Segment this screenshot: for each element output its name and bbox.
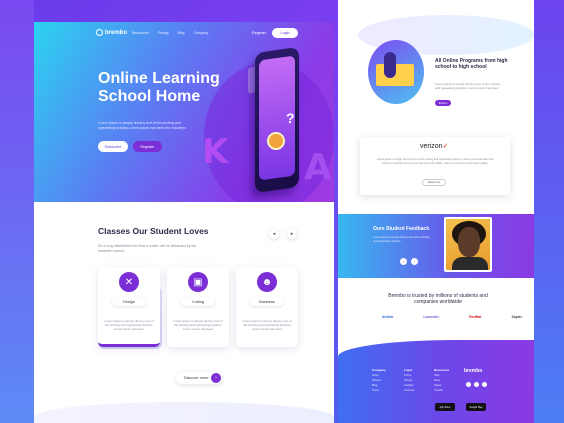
next-feedback-button[interactable]: › — [411, 258, 418, 265]
footer-link[interactable]: Terms — [404, 374, 411, 377]
question-mark-icon: ? — [286, 110, 295, 126]
footer-column-resources: Resources Help Docs Status Contact — [434, 368, 449, 393]
class-label: Design — [112, 297, 146, 306]
check-icon: ✓ — [442, 143, 449, 150]
footer-column-legal: Legal Terms Privacy Cookies Licenses — [404, 368, 414, 393]
classes-title: Classes Our Student Loves — [98, 226, 209, 236]
footer-link[interactable]: Licenses — [404, 389, 414, 392]
footer-link[interactable]: Docs — [434, 379, 440, 382]
prev-feedback-button[interactable]: ‹ — [400, 258, 407, 265]
logo-icon — [96, 29, 103, 36]
brand-logos: Airbnb Lavender RedHat Zapier — [382, 315, 522, 319]
letter-k-illustration: K — [202, 132, 229, 172]
landing-page-secondary: All Online Programs from high school to … — [338, 0, 534, 423]
discover-more-button[interactable]: Discover more › — [176, 372, 222, 384]
arrow-right-icon: › — [211, 373, 221, 383]
footer-link[interactable]: Cookies — [404, 384, 413, 387]
next-arrow-button[interactable]: ▸ — [287, 229, 297, 239]
student-feedback-section: Oure Student Feedback Lorem ipsum is sim… — [338, 214, 534, 278]
classes-subtitle: It's a long established fact that a read… — [98, 244, 197, 253]
class-description: Lorem ipsum is simply dummy text of the … — [104, 319, 154, 332]
app-store-button[interactable]: App Store — [435, 403, 455, 411]
person-icon: ☻ — [257, 272, 277, 292]
hero-subtitle: Lorem ipsum is simply dummy text of the … — [98, 121, 186, 130]
person-illustration — [384, 52, 396, 78]
discover-more-label: Discover more — [184, 376, 209, 380]
background-left — [0, 0, 34, 423]
feedback-title: Oure Student Feedback — [373, 226, 430, 232]
nav-link-blog[interactable]: Blog — [177, 31, 184, 35]
programs-title: All Online Programs from high school to … — [435, 58, 508, 70]
bottom-wave — [34, 402, 334, 423]
footer-link[interactable]: Status — [434, 384, 441, 387]
footer-link[interactable]: Careers — [372, 379, 381, 382]
class-description: Lorem ipsum is simply dummy text of the … — [242, 319, 292, 332]
class-label: Coding — [181, 297, 215, 306]
instagram-icon[interactable] — [474, 382, 479, 387]
student-portrait — [444, 217, 492, 272]
nav-link-resources[interactable]: Resources — [132, 31, 149, 35]
nav-link-pricing[interactable]: Pricing — [158, 31, 169, 35]
close-icon: ✕ — [119, 272, 139, 292]
footer-link[interactable]: Contact — [434, 389, 443, 392]
nav-register-link[interactable]: Register — [252, 31, 266, 35]
brand-logo-airbnb: Airbnb — [382, 315, 394, 319]
portrait-body — [452, 257, 488, 270]
footer-link[interactable]: About — [372, 374, 379, 377]
footer-column-title: Resources — [434, 368, 450, 372]
read-more-button[interactable]: Read more — [422, 179, 446, 186]
portrait-face — [458, 227, 480, 257]
trusted-text: Brembo is trusted by millions of student… — [388, 293, 488, 305]
register-button[interactable]: Register — [133, 141, 162, 152]
medal-icon — [267, 132, 285, 150]
google-play-button[interactable]: Google Play — [466, 403, 486, 411]
brand-logo-lavender: Lavender — [423, 315, 439, 319]
footer-link[interactable]: Blog — [372, 384, 377, 387]
login-button[interactable]: Login — [272, 28, 298, 38]
footer-column-company: Company About Careers Blog Press — [372, 368, 386, 393]
footer-column-title: Company — [372, 368, 386, 372]
brand-logo-zapier: Zapier — [511, 315, 522, 319]
class-card-design[interactable]: ✕ Design Lorem ipsum is simply dummy tex… — [98, 267, 160, 347]
class-description: Lorem ipsum is simply dummy text of the … — [173, 319, 223, 332]
testimonial-card: verizon✓ Lorem ipsum is simply dummy tex… — [360, 137, 510, 195]
class-card-business[interactable]: ☻ Business Lorem ipsum is simply dummy t… — [236, 267, 298, 347]
footer-link[interactable]: Privacy — [404, 379, 413, 382]
logo-text: brembo — [105, 29, 128, 36]
class-card-coding[interactable]: ▣ Coding Lorem ipsum is simply dummy tex… — [167, 267, 229, 347]
verizon-logo: verizon✓ — [420, 142, 448, 150]
footer-link[interactable]: Help — [434, 374, 439, 377]
brand-logo-redhat: RedHat — [469, 315, 482, 319]
facebook-icon[interactable] — [466, 382, 471, 387]
feedback-text: Lorem ipsum is simply dummy text of the … — [373, 236, 430, 243]
explore-button[interactable]: Explore — [435, 100, 451, 106]
prev-arrow-button[interactable]: ◂ — [269, 229, 279, 239]
footer-column-title: Legal — [404, 368, 412, 372]
teacher-illustration — [368, 40, 424, 104]
nav-link-company[interactable]: Company — [193, 31, 208, 35]
landing-page-main: brembo Resources Pricing Blog Company Re… — [34, 22, 334, 423]
company-name: verizon — [420, 143, 443, 150]
twitter-icon[interactable] — [482, 382, 487, 387]
footer-link[interactable]: Press — [372, 389, 379, 392]
programs-subtitle: Lorem ipsum is simply dummy text of the … — [435, 82, 501, 90]
hero-section: brembo Resources Pricing Blog Company Re… — [34, 22, 334, 202]
nav-links: Resources Pricing Blog Company — [132, 31, 208, 35]
footer: Company About Careers Blog Press Legal T… — [338, 340, 534, 423]
top-nav: brembo Resources Pricing Blog Company Re… — [34, 26, 334, 40]
testimonial-text: Lorem ipsum is simply dummy text of the … — [376, 158, 494, 165]
brand-logo[interactable]: brembo — [96, 29, 127, 36]
letter-a-illustration: A — [304, 147, 332, 188]
hero-title: Online Learning School Home — [98, 70, 220, 105]
subscribe-button[interactable]: Subscribe — [98, 141, 128, 152]
social-icons — [466, 382, 487, 387]
image-icon: ▣ — [188, 272, 208, 292]
class-label: Business — [250, 297, 284, 306]
background-right — [534, 0, 564, 423]
footer-brand-logo[interactable]: brembo — [464, 368, 482, 374]
